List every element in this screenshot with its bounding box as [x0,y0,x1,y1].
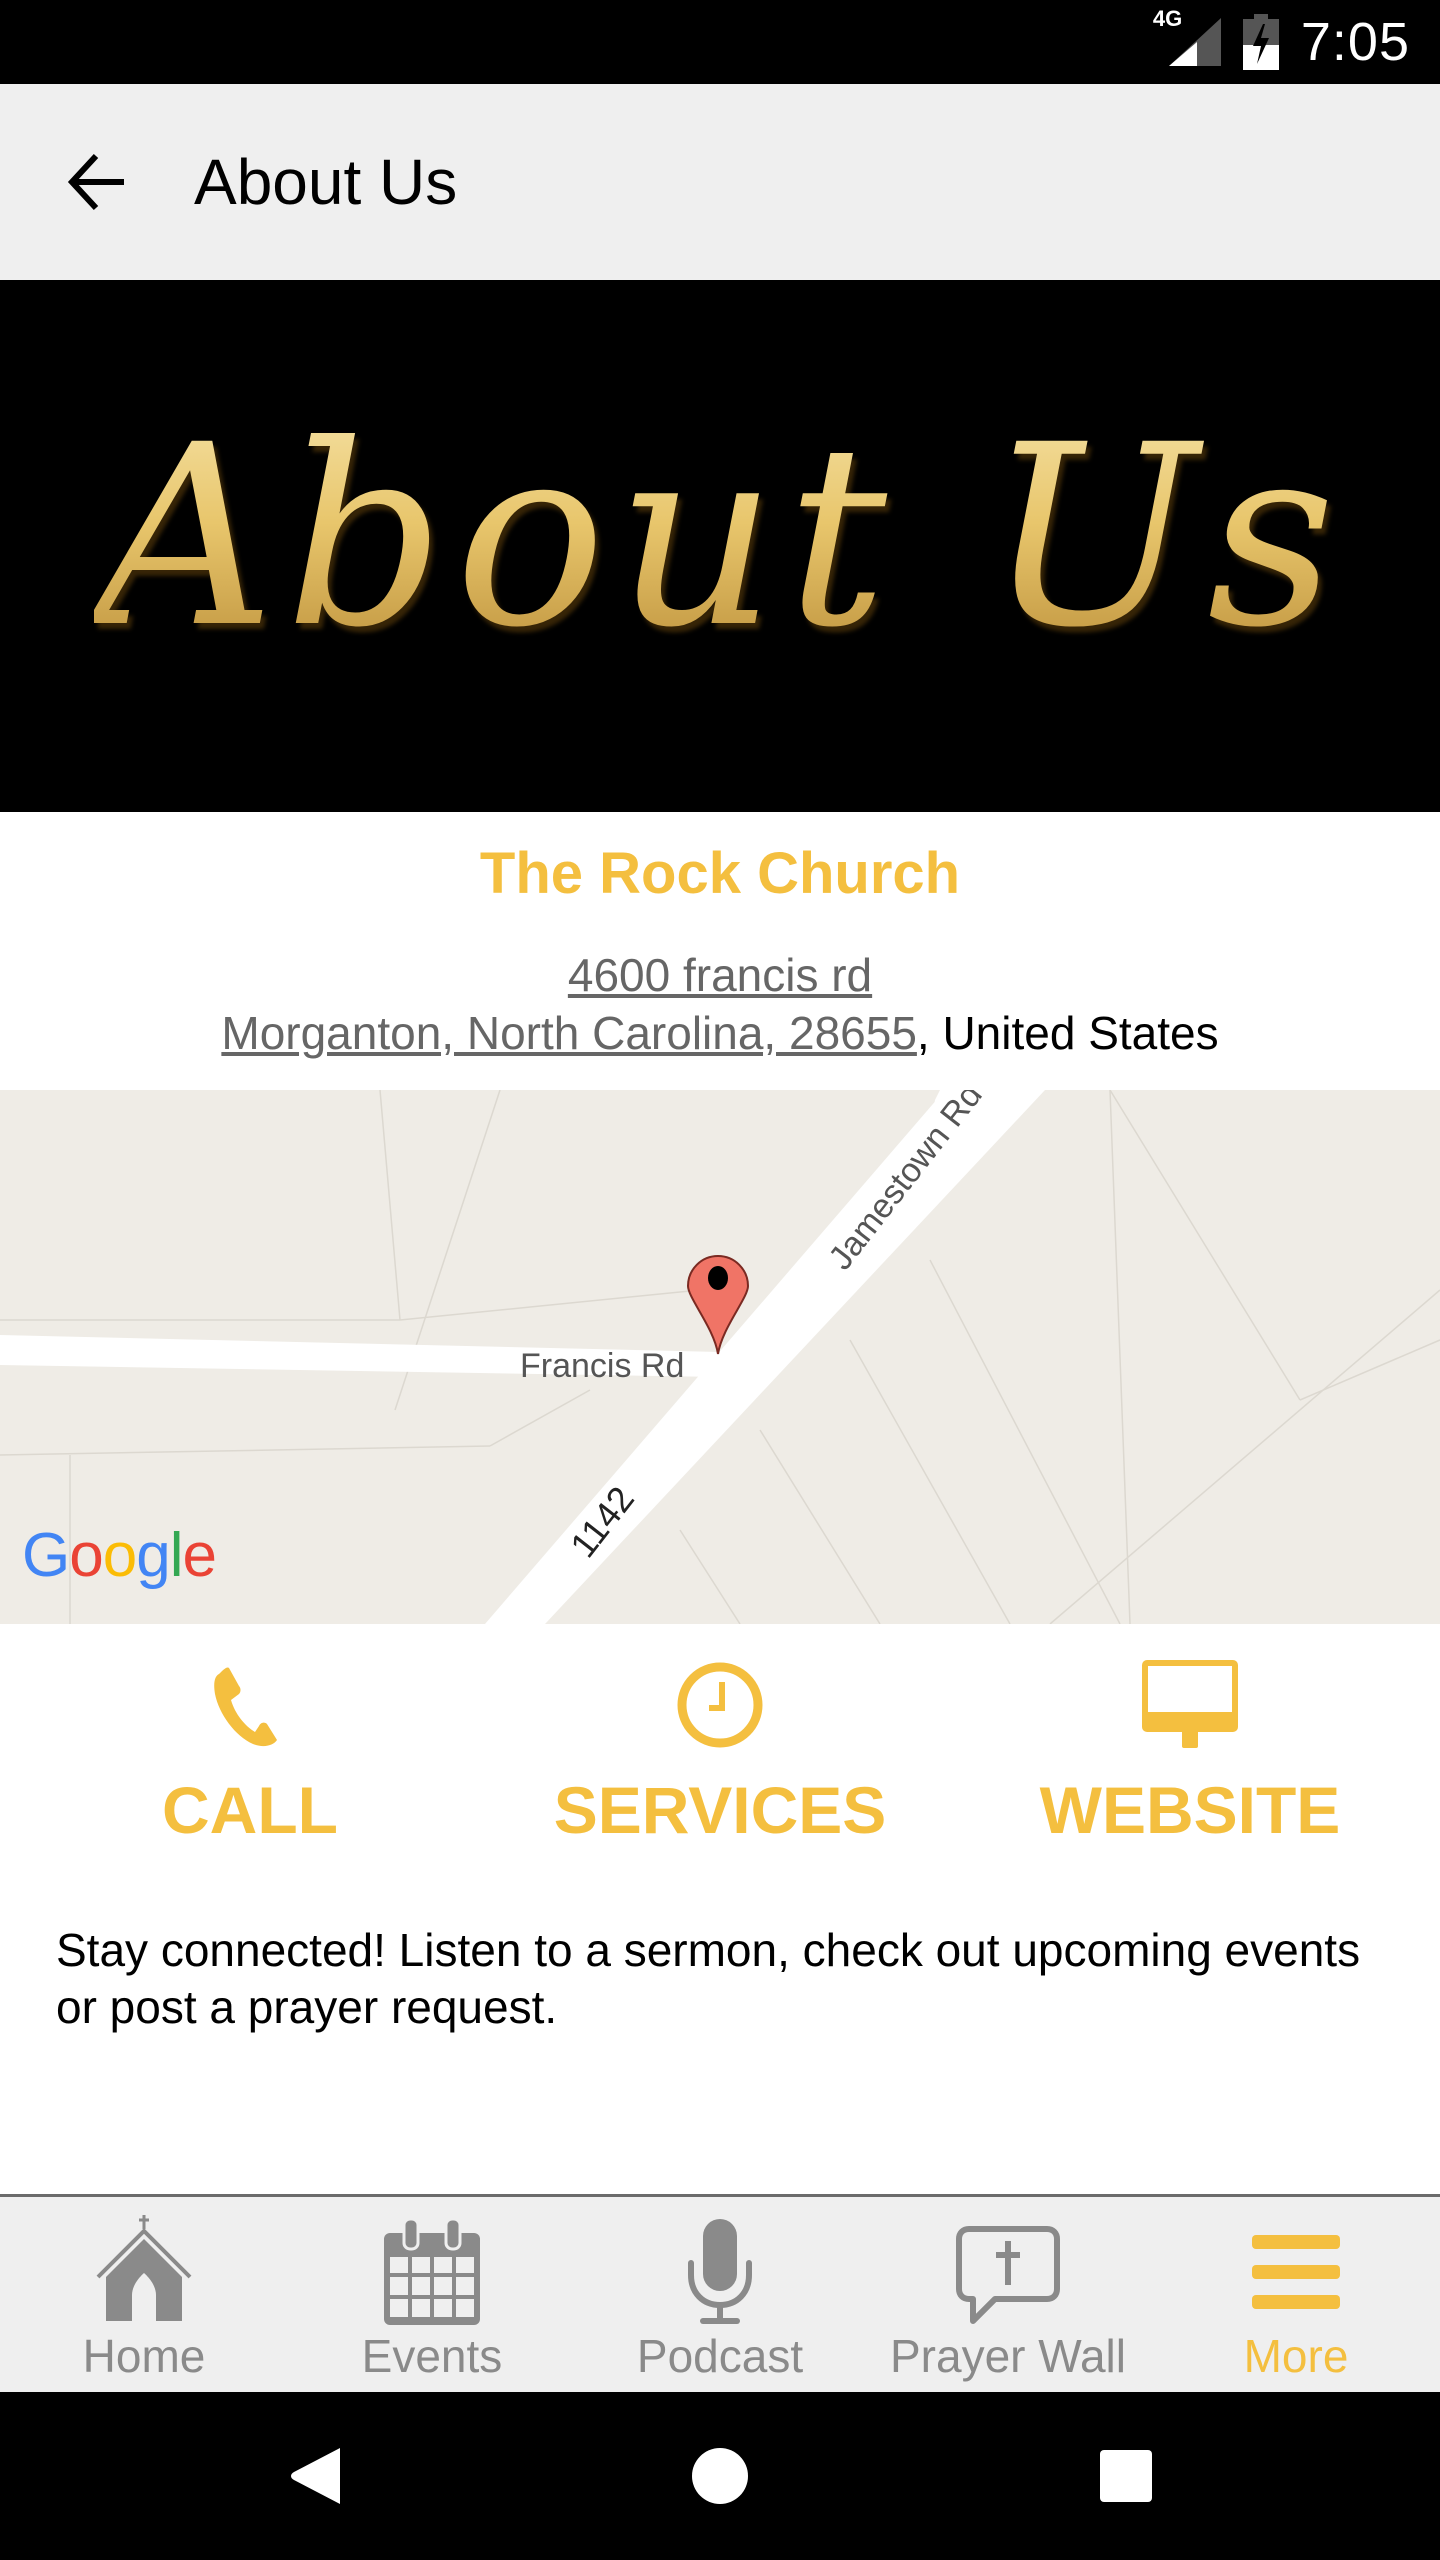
blurb-text: Stay connected! Listen to a sermon, chec… [56,1924,1361,2033]
map-view[interactable]: Francis Rd Jamestown Rd 1142 Google [0,1090,1440,1624]
system-nav-bar [0,2392,1440,2560]
microphone-icon [688,2219,752,2324]
nav-label-more: More [1243,2330,1349,2382]
about-us-banner: About Us [0,280,1440,812]
status-icons: 4G 7:05 [1153,0,1410,84]
call-label: CALL [162,1773,338,1847]
services-button[interactable]: SERVICES [530,1660,910,1860]
church-name: The Rock Church [479,841,961,906]
church-icon [96,2215,192,2321]
nav-label-prayer-wall: Prayer Wall [890,2330,1126,2382]
app-bar: About Us [0,84,1440,280]
home-icon [692,2448,748,2504]
back-button[interactable] [48,132,148,232]
banner-text: About Us [94,390,1346,682]
map-label-francis-rd: Francis Rd [520,1347,684,1385]
phone-icon [214,1667,277,1747]
battery-charging-icon [1242,14,1279,70]
map-label-jamestown-rd: Jamestown Rd [821,1090,989,1277]
nav-item-events[interactable]: Events [288,2215,576,2385]
address-line-2-link[interactable]: Morganton, North Carolina, 28655 [221,1007,917,1059]
services-label: SERVICES [553,1773,887,1847]
calendar-icon [384,2219,480,2325]
nav-item-more[interactable]: More [1152,2215,1440,2385]
status-bar: 4G 7:05 [0,0,1440,84]
address-country: , United States [916,1007,1219,1059]
system-back-button[interactable] [276,2436,356,2516]
arrow-left-icon [67,153,124,211]
bottom-nav: Home Events Podcast Prayer Wall More [0,2194,1440,2392]
system-recents-button[interactable] [1086,2436,1166,2516]
system-home-button[interactable] [680,2436,760,2516]
signal-icon: 4G [1153,6,1221,72]
action-buttons: CALL SERVICES WEBSITE [0,1660,1440,1860]
page-title: About Us [194,146,458,218]
nav-item-home[interactable]: Home [0,2215,288,2385]
website-label: WEBSITE [1039,1773,1341,1847]
address-line-1-link[interactable]: 4600 francis rd [568,949,872,1001]
prayer-bubble-icon [956,2226,1060,2324]
back-icon [291,2448,340,2504]
monitor-icon [1142,1660,1238,1748]
status-time: 7:05 [1300,12,1410,72]
menu-icon [1252,2235,1340,2309]
nav-item-podcast[interactable]: Podcast [576,2215,864,2385]
address: 4600 francis rd Morganton, North Carolin… [0,946,1440,1062]
clock-icon [677,1662,763,1748]
recents-icon [1100,2450,1152,2502]
nav-label-events: Events [361,2330,503,2382]
call-button[interactable]: CALL [60,1660,440,1860]
nav-item-prayer-wall[interactable]: Prayer Wall [864,2215,1152,2385]
map-canvas: Francis Rd Jamestown Rd 1142 [0,1090,1440,1624]
nav-label-home: Home [82,2330,206,2382]
website-button[interactable]: WEBSITE [1000,1660,1380,1860]
google-logo: Google [22,1521,217,1590]
nav-label-podcast: Podcast [636,2330,804,2382]
